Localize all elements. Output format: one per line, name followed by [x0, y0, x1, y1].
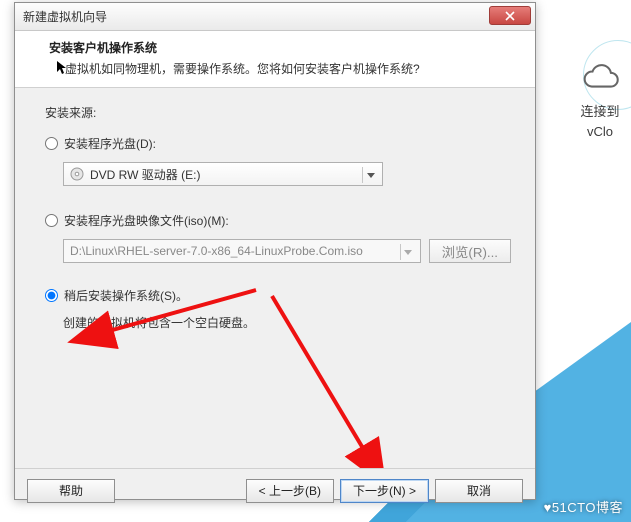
wizard-dialog: 新建虚拟机向导 安装客户机操作系统 虚拟机如同物理机，需要操作系统。您将如何安装… [14, 2, 536, 500]
iso-path-value: D:\Linux\RHEL-server-7.0-x86_64-LinuxPro… [70, 244, 363, 258]
disc-drive-dropdown[interactable]: DVD RW 驱动器 (E:) [63, 162, 383, 186]
browse-button: 浏览(R)... [429, 239, 511, 263]
iso-path-dropdown: D:\Linux\RHEL-server-7.0-x86_64-LinuxPro… [63, 239, 421, 263]
back-button[interactable]: < 上一步(B) [246, 479, 334, 503]
header-subtitle: 虚拟机如同物理机，需要操作系统。您将如何安装客户机操作系统? [65, 60, 519, 77]
disc-drive-value: DVD RW 驱动器 (E:) [90, 166, 200, 183]
cloud-icon [578, 62, 622, 92]
footer: 帮助 < 上一步(B) 下一步(N) > 取消 [15, 468, 535, 512]
help-button[interactable]: 帮助 [27, 479, 115, 503]
close-button[interactable] [489, 6, 531, 25]
header: 安装客户机操作系统 虚拟机如同物理机，需要操作系统。您将如何安装客户机操作系统? [15, 31, 535, 88]
option-later-label: 稍后安装操作系统(S)。 [64, 287, 188, 304]
option-disc[interactable]: 安装程序光盘(D): [45, 135, 511, 152]
radio-iso[interactable] [45, 214, 58, 227]
content: 安装来源: 安装程序光盘(D): DVD RW 驱动器 (E:) 安装程序光盘映… [15, 88, 535, 468]
chevron-down-icon [362, 167, 378, 183]
titlebar: 新建虚拟机向导 [15, 3, 535, 31]
dialog-title: 新建虚拟机向导 [23, 8, 107, 25]
next-button[interactable]: 下一步(N) > [340, 479, 429, 503]
chevron-down-icon [400, 244, 416, 260]
option-iso[interactable]: 安装程序光盘映像文件(iso)(M): [45, 212, 511, 229]
watermark: ♥51CTO博客 [544, 497, 623, 516]
header-subtitle-text: 虚拟机如同物理机，需要操作系统。您将如何安装客户机操作系统? [65, 62, 420, 76]
cursor-icon [57, 61, 67, 78]
side-text1: 连接到 [565, 102, 631, 122]
option-iso-label: 安装程序光盘映像文件(iso)(M): [64, 212, 229, 229]
option-later[interactable]: 稍后安装操作系统(S)。 [45, 287, 511, 304]
install-from-label: 安装来源: [45, 104, 511, 121]
option-disc-label: 安装程序光盘(D): [64, 135, 156, 152]
radio-later[interactable] [45, 289, 58, 302]
radio-disc[interactable] [45, 137, 58, 150]
option-later-hint: 创建的虚拟机将包含一个空白硬盘。 [63, 314, 511, 331]
header-title: 安装客户机操作系统 [49, 39, 519, 56]
side-text2: vClo [565, 122, 631, 142]
cancel-button[interactable]: 取消 [435, 479, 523, 503]
side-panel: 连接到 vClo [565, 46, 631, 266]
disc-icon [70, 167, 84, 181]
